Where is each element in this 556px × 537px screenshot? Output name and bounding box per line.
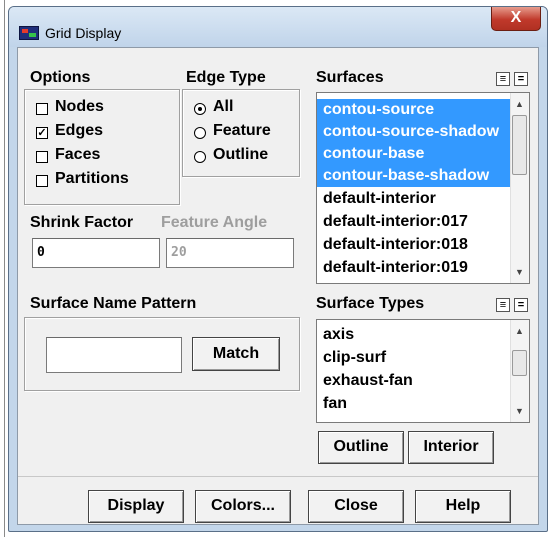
- feature-angle-label: Feature Angle: [161, 214, 268, 231]
- display-button[interactable]: Display: [88, 490, 184, 523]
- faces-checkbox[interactable]: [36, 151, 48, 163]
- surface-name-pattern-input[interactable]: [46, 337, 182, 373]
- surface-item[interactable]: default-interior:018: [317, 234, 512, 256]
- scroll-thumb[interactable]: [512, 115, 527, 175]
- surface-types-select-all-icon[interactable]: ≡: [496, 298, 510, 312]
- help-button[interactable]: Help: [415, 490, 511, 523]
- surface-item[interactable]: default-interior: [317, 188, 512, 210]
- edges-label: Edges: [55, 122, 104, 139]
- interior-button[interactable]: Interior: [408, 431, 494, 464]
- edge-type-all-radio[interactable]: [194, 103, 206, 115]
- close-window-button[interactable]: X: [491, 7, 541, 31]
- surface-item[interactable]: default-interior:019: [317, 257, 512, 279]
- nodes-label: Nodes: [55, 98, 104, 115]
- edge-type-feature-label: Feature: [213, 122, 271, 139]
- scroll-up-arrow-icon[interactable]: ▲: [511, 95, 528, 113]
- surface-types-scrollbar[interactable]: ▲ ▼: [510, 320, 529, 422]
- surface-item[interactable]: contour-base: [317, 143, 512, 165]
- edges-checkbox[interactable]: ✓: [36, 127, 48, 139]
- scroll-up-arrow-icon[interactable]: ▲: [511, 322, 528, 340]
- scroll-down-arrow-icon[interactable]: ▼: [511, 263, 528, 281]
- partitions-checkbox[interactable]: [36, 175, 48, 187]
- surface-types-deselect-all-icon[interactable]: =: [514, 298, 528, 312]
- surface-item[interactable]: contour-base-shadow: [317, 165, 512, 187]
- footer-divider: [18, 476, 538, 477]
- options-title: Options: [30, 69, 91, 86]
- feature-angle-input: 20: [166, 238, 294, 268]
- faces-label: Faces: [55, 146, 101, 163]
- surfaces-deselect-all-icon[interactable]: =: [514, 72, 528, 86]
- partitions-label: Partitions: [55, 170, 129, 187]
- shrink-factor-input[interactable]: 0: [32, 238, 160, 268]
- edge-type-feature-radio[interactable]: [194, 127, 206, 139]
- close-button[interactable]: Close: [308, 490, 404, 523]
- app-icon: [19, 26, 39, 40]
- scroll-thumb[interactable]: [512, 350, 527, 376]
- scroll-down-arrow-icon[interactable]: ▼: [511, 402, 528, 420]
- edge-type-outline-label: Outline: [213, 146, 269, 163]
- edge-type-all-label: All: [213, 98, 234, 115]
- surface-item[interactable]: contou-source-shadow: [317, 121, 512, 143]
- surface-type-item[interactable]: exhaust-fan: [317, 370, 512, 392]
- outline-button[interactable]: Outline: [318, 431, 404, 464]
- colors-button[interactable]: Colors...: [195, 490, 291, 523]
- surface-type-item[interactable]: fan: [317, 393, 512, 415]
- match-button[interactable]: Match: [192, 337, 280, 371]
- surface-types-list[interactable]: axis clip-surf exhaust-fan fan ▲ ▼: [316, 319, 530, 423]
- surfaces-title: Surfaces: [316, 69, 384, 86]
- nodes-checkbox[interactable]: [36, 103, 48, 115]
- title-bar[interactable]: Grid Display X: [9, 7, 547, 47]
- surfaces-scrollbar[interactable]: ▲ ▼: [510, 93, 529, 283]
- surface-type-item[interactable]: axis: [317, 324, 512, 346]
- surfaces-select-all-icon[interactable]: ≡: [496, 72, 510, 86]
- edge-type-title: Edge Type: [186, 69, 266, 86]
- surface-types-title: Surface Types: [316, 295, 425, 312]
- dialog-body: Options Nodes ✓ Edges Faces Partitions E…: [17, 47, 539, 525]
- window-title: Grid Display: [45, 25, 122, 41]
- surface-item[interactable]: contou-source: [317, 99, 512, 121]
- grid-display-window: Grid Display X Options Nodes ✓ Edges Fac…: [8, 6, 548, 532]
- surface-type-item[interactable]: clip-surf: [317, 347, 512, 369]
- background-window-edge: [0, 0, 8, 537]
- surfaces-list[interactable]: contou-source contou-source-shadow conto…: [316, 92, 530, 284]
- surface-name-pattern-title: Surface Name Pattern: [30, 295, 197, 312]
- surface-item[interactable]: default-interior:017: [317, 211, 512, 233]
- shrink-factor-label: Shrink Factor: [30, 214, 134, 231]
- edge-type-outline-radio[interactable]: [194, 151, 206, 163]
